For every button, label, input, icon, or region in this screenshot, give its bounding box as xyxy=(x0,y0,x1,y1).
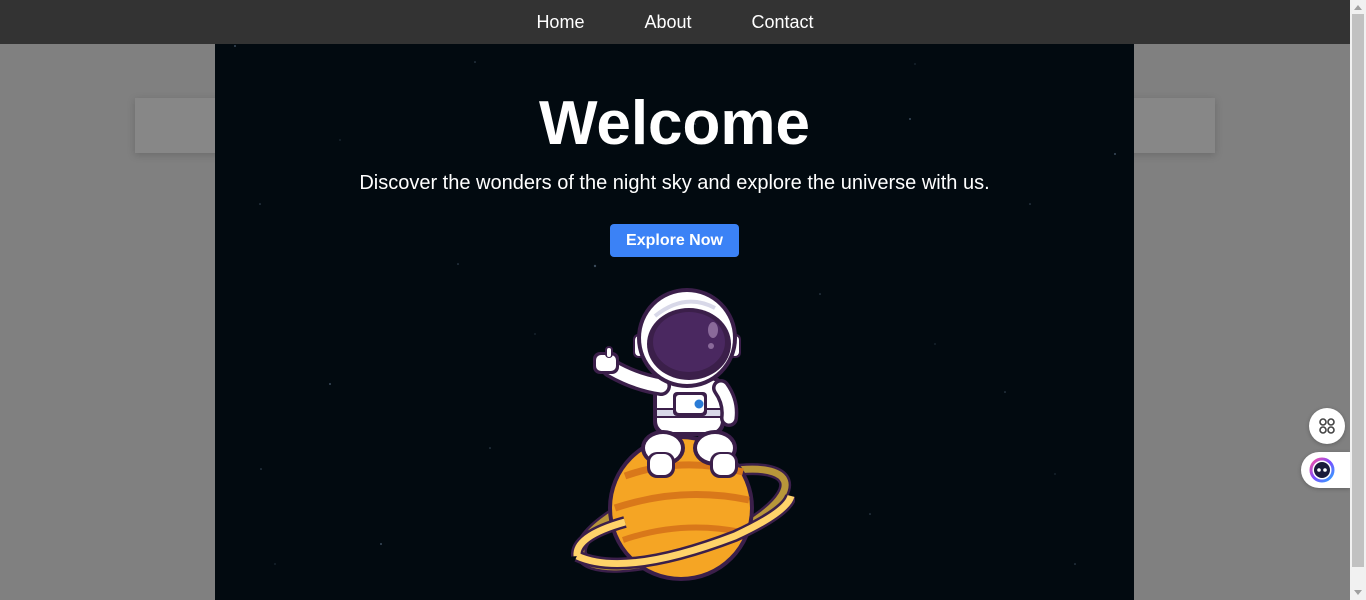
top-navbar: Home About Contact xyxy=(0,0,1350,44)
four-circles-grid-icon xyxy=(1319,418,1335,434)
apps-float-button[interactable] xyxy=(1309,408,1345,444)
hero-title: Welcome xyxy=(538,89,811,158)
assistant-face-icon xyxy=(1309,457,1335,483)
nav-contact-link[interactable]: Contact xyxy=(752,12,814,33)
scrollbar-thumb[interactable] xyxy=(1352,14,1364,567)
nav-home-link[interactable]: Home xyxy=(536,12,584,33)
assistant-float-button[interactable] xyxy=(1301,452,1350,488)
astronaut-on-planet-illustration xyxy=(571,288,795,581)
hero-section: Welcome Discover the wonders of the nigh… xyxy=(215,44,1134,600)
scroll-up-arrow-icon[interactable] xyxy=(1350,0,1366,14)
explore-now-button[interactable]: Explore Now xyxy=(610,224,739,257)
nav-about-link[interactable]: About xyxy=(644,12,691,33)
hero-subtitle: Discover the wonders of the night sky an… xyxy=(359,172,990,194)
scroll-down-arrow-icon[interactable] xyxy=(1350,586,1366,600)
